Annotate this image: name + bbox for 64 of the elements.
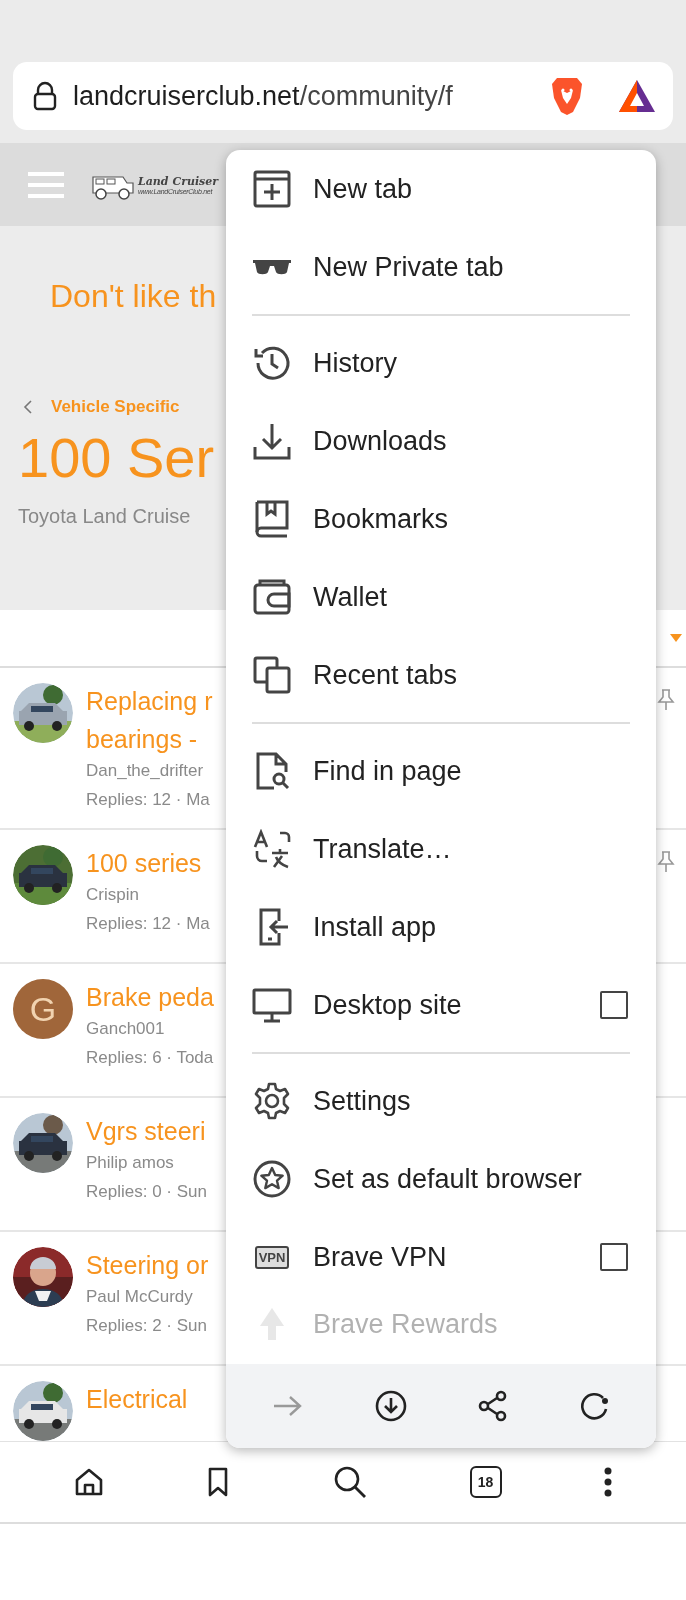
menu-item-label: New Private tab [313,251,505,283]
menu-item[interactable]: Recent tabs [226,636,656,714]
thread-stats: Replies: 0 · Sun [86,1181,207,1203]
menu-item[interactable]: Find in page [226,732,656,810]
menu-item-label: New tab [313,173,414,205]
sunglasses-icon [252,257,292,277]
thread-author[interactable]: Crispin [86,882,139,908]
menu-item-label: Settings [313,1085,412,1117]
thread-stats: Replies: 6 · Toda [86,1047,214,1069]
menu-item-label: Bookmarks [313,503,450,535]
menu-item-label: Brave VPN [313,1241,448,1273]
translate-icon [252,829,292,869]
menu-item[interactable]: Settings [226,1062,656,1140]
menu-item[interactable]: Set as default browser [226,1140,656,1218]
thread-author[interactable]: Paul McCurdy [86,1284,193,1310]
menu-item-label: Install app [313,911,438,943]
menu-item-label: History [313,347,398,379]
menu-item[interactable]: Translate… [226,810,656,888]
notice-text: Don't like th [49,278,217,315]
menu-item-label: Wallet [313,581,388,613]
menu-item-label: Recent tabs [313,659,459,691]
back-chevron-icon[interactable] [23,399,33,415]
menu-item[interactable]: Bookmarks [226,480,656,558]
url-text[interactable]: landcruiserclub.net/community/f [73,80,549,112]
star-circle-icon [252,1159,292,1199]
thread-stats: Replies: 2 · Sun [86,1315,207,1337]
reload-icon[interactable] [578,1390,611,1422]
menu-item[interactable]: VPN Brave VPN [226,1218,656,1296]
menu-item-label: Brave Rewards [313,1308,499,1340]
menu-item[interactable]: Wallet [226,558,656,636]
download-icon [252,421,292,461]
menu-item-label: Find in page [313,755,463,787]
menu-item-label: Translate… [313,833,453,865]
page-subtitle: Toyota Land Cruise [18,504,191,528]
checkbox[interactable] [600,1243,628,1271]
more-icon[interactable] [603,1467,614,1497]
address-bar[interactable]: landcruiserclub.net/community/f [13,62,673,130]
menu-item-label: Set as default browser [313,1163,583,1195]
checkbox[interactable] [600,991,628,1019]
page-title: 100 Ser [18,427,215,489]
menu-item-label: Desktop site [313,989,463,1021]
menu-item-label: Downloads [313,425,448,457]
logo-title: Land Cruiser [138,174,219,188]
recent-tabs-icon [252,655,292,695]
thread-stats: Replies: 12 · Ma [86,789,210,811]
settings-icon [252,1081,292,1121]
lion-shield-icon[interactable] [549,76,585,116]
menu-item[interactable]: New tab [226,150,656,228]
triangle-icon[interactable] [617,78,657,114]
thread-author[interactable]: Philip amos [86,1150,174,1176]
vpn-icon: VPN [254,1245,290,1269]
download-circle-icon[interactable] [374,1390,407,1422]
menu-item[interactable]: History [226,324,656,402]
wallet-icon [252,577,292,617]
share-icon[interactable] [477,1390,508,1422]
search-icon[interactable] [332,1464,368,1500]
menu-item[interactable]: New Private tab [226,228,656,306]
menu-item[interactable]: Install app [226,888,656,966]
thread-stats: Replies: 12 · Ma [86,913,210,935]
lock-icon [33,81,57,111]
menu-item[interactable]: Downloads [226,402,656,480]
menu-item[interactable]: Desktop site [226,966,656,1044]
new-tab-icon [252,169,292,209]
tab-count-button[interactable]: 18 [469,1466,502,1498]
